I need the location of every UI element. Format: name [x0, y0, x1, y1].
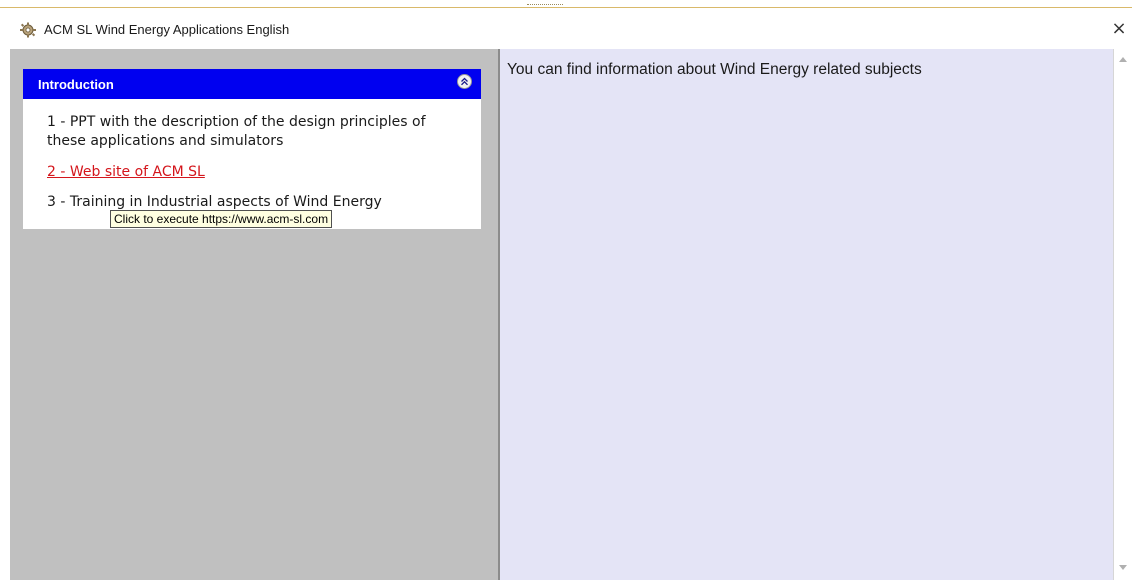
link-tooltip: Click to execute https://www.acm-sl.com — [110, 210, 333, 228]
vertical-scrollbar[interactable] — [1113, 49, 1132, 580]
content-pane: You can find information about Wind Ener… — [498, 49, 1115, 580]
window-title: ACM SL Wind Energy Applications English — [44, 22, 290, 37]
panel-item-ppt[interactable]: 1 - PPT with the description of the desi… — [47, 113, 467, 151]
navigation-pane: Introduction 1 - PPT with the descriptio… — [10, 49, 498, 580]
panel-header[interactable]: Introduction — [23, 69, 481, 99]
app-window: ACM SL Wind Energy Applications English … — [0, 0, 1132, 580]
window-top-border — [0, 0, 1132, 8]
arrow-down-icon[interactable] — [1114, 559, 1132, 577]
title-bar[interactable]: ACM SL Wind Energy Applications English … — [0, 9, 1132, 49]
double-chevron-up-icon[interactable] — [457, 74, 472, 89]
arrow-up-icon[interactable] — [1114, 51, 1132, 69]
panel-header-label: Introduction — [38, 77, 114, 92]
introduction-panel: Introduction 1 - PPT with the descriptio… — [23, 69, 481, 229]
gear-icon — [19, 22, 37, 38]
close-icon[interactable]: × — [1108, 17, 1130, 41]
content-text: You can find information about Wind Ener… — [507, 61, 922, 78]
panel-item-website-link[interactable]: 2 - Web site of ACM SL — [47, 163, 205, 182]
